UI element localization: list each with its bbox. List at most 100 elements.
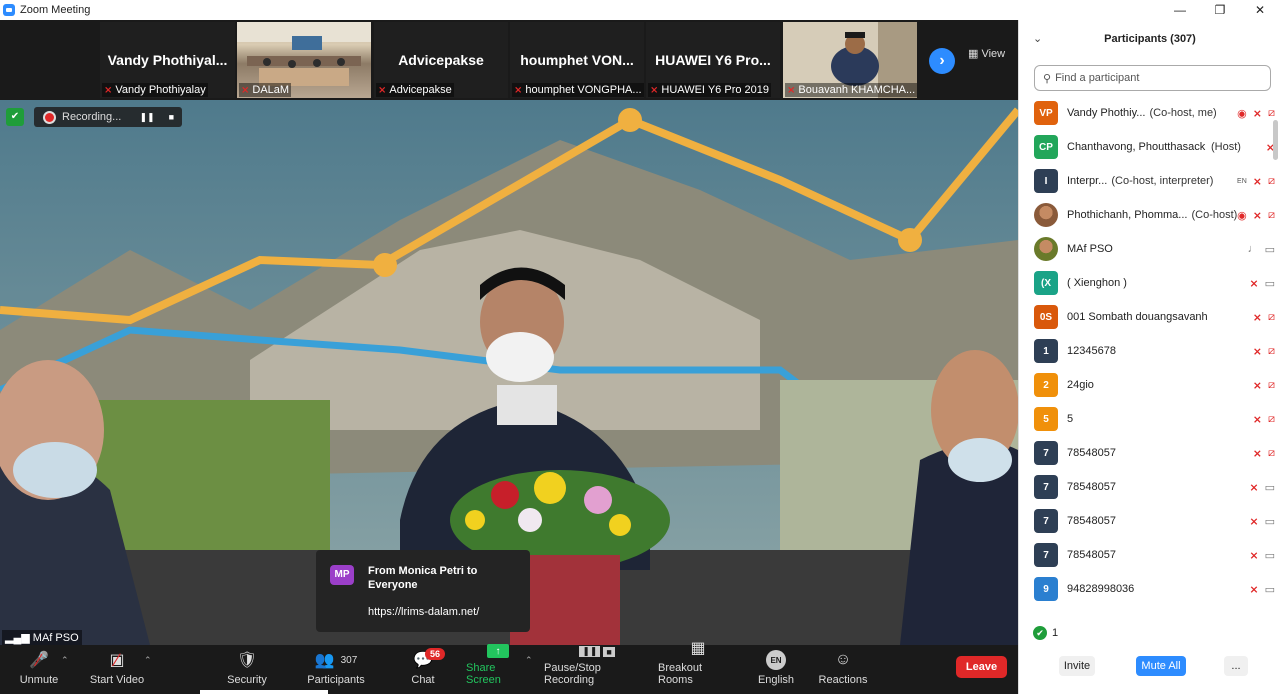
thumbnail-label: HUAWEI Y6 Pro 2019: [661, 84, 769, 96]
mic-on-icon[interactable]: ♩: [1248, 243, 1259, 255]
video-off-icon: ▣ ∕: [109, 649, 125, 670]
security-shield-icon[interactable]: ✔: [6, 108, 24, 126]
participant-row[interactable]: MAf PSO ♩ ▭: [1019, 232, 1280, 266]
language-interpretation-button[interactable]: EN English: [755, 645, 797, 694]
invite-button[interactable]: Invite: [1059, 656, 1095, 676]
view-button[interactable]: ▦ View: [968, 47, 1005, 60]
participant-photo-avatar: [1034, 203, 1058, 227]
camera-icon[interactable]: ▭: [1265, 583, 1275, 596]
mic-muted-icon[interactable]: ⨯: [1249, 481, 1258, 494]
mic-muted-icon[interactable]: ⨯: [1253, 345, 1262, 358]
mic-muted-icon[interactable]: ⨯: [1249, 515, 1258, 528]
panel-title: Participants (307): [1104, 33, 1196, 45]
participants-button[interactable]: 👥 307 Participants: [305, 645, 367, 694]
restore-icon[interactable]: ❐: [1200, 0, 1240, 20]
thumbnail-display-name: HUAWEI Y6 Pro...: [655, 52, 771, 68]
video-options-caret-icon[interactable]: ⌃: [144, 655, 152, 666]
pause-recording-icon[interactable]: ❚❚: [139, 112, 154, 123]
participant-row[interactable]: 7 78548057 ⨯ ▭: [1019, 504, 1280, 538]
minimize-icon[interactable]: —: [1160, 0, 1200, 20]
camera-icon[interactable]: ▭: [1265, 243, 1275, 256]
participant-row[interactable]: 2 24gio ⨯ ⧄: [1019, 368, 1280, 402]
participant-row[interactable]: 7 78548057 ⨯ ▭: [1019, 470, 1280, 504]
footer-count: 1: [1052, 627, 1059, 639]
chat-unread-badge: 56: [425, 648, 446, 660]
camera-off-icon[interactable]: ⧄: [1268, 175, 1275, 188]
participant-row[interactable]: 7 78548057 ⨯ ⧄: [1019, 436, 1280, 470]
camera-icon[interactable]: ▭: [1265, 549, 1275, 562]
camera-off-icon[interactable]: ⧄: [1268, 413, 1275, 426]
participant-row[interactable]: I Interpr... (Co-host, interpreter) EN ⨯ ⧄: [1019, 164, 1280, 198]
more-options-button[interactable]: ...: [1224, 656, 1248, 676]
active-speaker-label: ▂▄▆ MAf PSO: [2, 630, 82, 645]
mic-muted-icon[interactable]: ⨯: [1253, 175, 1262, 188]
mic-muted-icon[interactable]: ⨯: [1249, 549, 1258, 562]
thumbnail-label: Bouavanh KHAMCHA...: [798, 84, 916, 96]
share-screen-button[interactable]: ↑ Share Screen: [466, 644, 530, 694]
camera-icon[interactable]: ▭: [1265, 481, 1275, 494]
camera-off-icon[interactable]: ⧄: [1268, 345, 1275, 358]
camera-off-icon[interactable]: ⧄: [1268, 379, 1275, 392]
participant-thumbnail[interactable]: Vandy Phothiyal... ⨯ Vandy Phothiyalay: [100, 22, 235, 98]
participants-scrollbar[interactable]: [1273, 120, 1278, 160]
mic-muted-icon[interactable]: ⨯: [1253, 311, 1262, 324]
leave-button[interactable]: Leave: [956, 656, 1007, 678]
participant-thumbnail[interactable]: houmphet VON... ⨯ houmphet VONGPHA...: [510, 22, 644, 98]
chat-message-popup[interactable]: MP From Monica Petri to Everyone https:/…: [316, 550, 530, 632]
stop-recording-icon[interactable]: ■: [169, 112, 174, 123]
camera-off-icon[interactable]: ⧄: [1268, 107, 1275, 120]
share-screen-icon: ↑: [487, 644, 509, 658]
camera-off-icon[interactable]: ⧄: [1268, 447, 1275, 460]
mic-muted-icon[interactable]: ⨯: [1249, 277, 1258, 290]
reactions-button[interactable]: ☺ Reactions: [818, 645, 868, 694]
participants-count: 307: [340, 654, 358, 666]
green-check-icon: ✔: [1033, 626, 1047, 640]
participant-row[interactable]: 5 5 ⨯ ⧄: [1019, 402, 1280, 436]
camera-off-icon[interactable]: ⧄: [1268, 209, 1275, 222]
security-button[interactable]: 🛡 Security: [222, 645, 272, 694]
participant-thumbnail[interactable]: HUAWEI Y6 Pro... ⨯ HUAWEI Y6 Pro 2019: [646, 22, 780, 98]
unmute-button[interactable]: 🎤 ∕ Unmute: [14, 645, 64, 694]
participants-label: Participants: [307, 674, 365, 686]
mic-muted-icon[interactable]: ⨯: [1249, 583, 1258, 596]
participant-name: Vandy Phothiy...: [1067, 107, 1146, 119]
mute-all-button[interactable]: Mute All: [1136, 656, 1186, 676]
participant-row[interactable]: 9 94828998036 ⨯ ▭: [1019, 572, 1280, 606]
security-label: Security: [227, 674, 267, 686]
close-icon[interactable]: ✕: [1240, 0, 1280, 20]
mic-muted-icon[interactable]: ⨯: [1253, 379, 1262, 392]
share-options-caret-icon[interactable]: ⌃: [525, 655, 533, 666]
participant-row[interactable]: 7 78548057 ⨯ ▭: [1019, 538, 1280, 572]
unmute-label: Unmute: [19, 674, 59, 686]
pause-stop-recording-button[interactable]: ❚❚ ■ Pause/Stop Recording: [544, 645, 650, 694]
participant-search-input[interactable]: ⚲ Find a participant: [1034, 65, 1271, 91]
breakout-rooms-button[interactable]: ▦ Breakout Rooms: [658, 640, 738, 694]
participant-name: 78548057: [1067, 515, 1116, 527]
start-video-button[interactable]: ▣ ∕ Start Video: [88, 645, 146, 694]
mic-muted-icon[interactable]: ⨯: [1253, 107, 1262, 120]
camera-icon[interactable]: ▭: [1265, 277, 1275, 290]
mic-muted-icon[interactable]: ⨯: [1253, 209, 1262, 222]
audio-options-caret-icon[interactable]: ⌃: [61, 655, 69, 666]
participant-thumbnail[interactable]: ⨯ DALaM: [237, 22, 371, 98]
mic-muted-icon[interactable]: ⨯: [1253, 413, 1262, 426]
participant-row[interactable]: 0S 001 Sombath douangsavanh ⨯ ⧄: [1019, 300, 1280, 334]
participant-avatar: 7: [1034, 543, 1058, 567]
language-badge: EN: [1237, 177, 1247, 185]
next-page-arrow-icon[interactable]: ›: [929, 48, 955, 74]
participant-thumbnail[interactable]: ⨯ Bouavanh KHAMCHA...: [783, 22, 917, 98]
participant-row[interactable]: Phothichanh, Phomma... (Co-host) ◉ ⨯ ⧄: [1019, 198, 1280, 232]
camera-icon[interactable]: ▭: [1265, 515, 1275, 528]
participant-role: (Co-host, me): [1149, 107, 1217, 119]
participant-row[interactable]: VP Vandy Phothiy... (Co-host, me) ◉ ⨯ ⧄: [1019, 96, 1280, 130]
chat-message-text[interactable]: https://lrims-dalam.net/: [368, 606, 479, 618]
participant-row[interactable]: 1 12345678 ⨯ ⧄: [1019, 334, 1280, 368]
camera-off-icon[interactable]: ⧄: [1268, 311, 1275, 324]
mic-muted-icon[interactable]: ⨯: [1253, 447, 1262, 460]
thumbnail-label: houmphet VONGPHA...: [525, 84, 642, 96]
participant-row[interactable]: (X ( Xienghon ) ⨯ ▭: [1019, 266, 1280, 300]
participant-thumbnail[interactable]: Advicepakse ⨯ Advicepakse: [374, 22, 508, 98]
window-title: Zoom Meeting: [20, 4, 91, 16]
participant-name: Phothichanh, Phomma...: [1067, 209, 1188, 221]
participant-row[interactable]: CPChanthavong, Phoutthasack (F...(Host)⨯: [1019, 130, 1280, 164]
